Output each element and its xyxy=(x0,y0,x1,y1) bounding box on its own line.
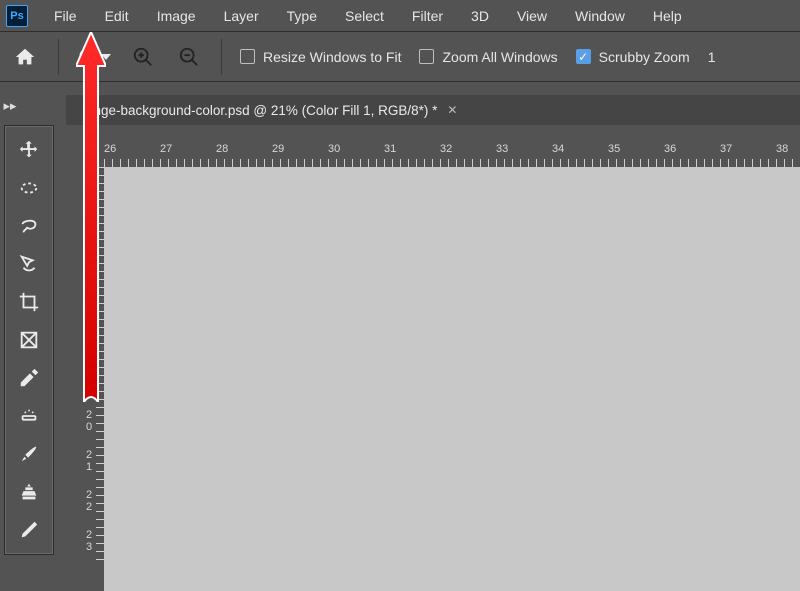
resize-windows-checkbox[interactable]: Resize Windows to Fit xyxy=(240,49,401,65)
menu-filter[interactable]: Filter xyxy=(400,4,455,28)
home-button[interactable] xyxy=(10,42,40,72)
chevron-down-icon xyxy=(101,54,111,60)
menu-type[interactable]: Type xyxy=(275,4,329,28)
menu-file[interactable]: File xyxy=(42,4,89,28)
clone-stamp-tool[interactable] xyxy=(9,474,49,510)
checkbox-box xyxy=(419,49,434,64)
ruler-tick: 32 xyxy=(440,143,452,155)
home-icon xyxy=(14,46,36,68)
ruler-tick: 35 xyxy=(608,143,620,155)
menu-window[interactable]: Window xyxy=(563,4,637,28)
tools-panel xyxy=(4,125,54,555)
zoom-in-button[interactable] xyxy=(129,43,157,71)
panel-expand-handle[interactable]: ▸▸ xyxy=(0,97,20,115)
ruler-tick: 30 xyxy=(328,143,340,155)
ruler-tick: 0 xyxy=(86,421,92,433)
quick-select-tool[interactable] xyxy=(9,246,49,282)
menu-bar: Ps File Edit Image Layer Type Select Fil… xyxy=(0,0,800,32)
zoom-in-icon xyxy=(132,46,154,68)
document-tab[interactable]: ange-background-color.psd @ 21% (Color F… xyxy=(76,99,467,122)
options-trailing-value: 1 xyxy=(708,49,720,65)
eyedropper-tool[interactable] xyxy=(9,360,49,396)
document-tab-strip: ange-background-color.psd @ 21% (Color F… xyxy=(66,95,800,125)
ruler-tick: 9 xyxy=(86,381,92,393)
ruler-tick: 2 xyxy=(86,501,92,513)
menu-layer[interactable]: Layer xyxy=(212,4,271,28)
pen-tool[interactable] xyxy=(9,512,49,548)
checkbox-box xyxy=(576,49,591,64)
ruler-tick: 5 xyxy=(86,221,92,233)
brush-tool[interactable] xyxy=(9,436,49,472)
zoom-out-icon xyxy=(178,46,200,68)
ruler-tick: 29 xyxy=(272,143,284,155)
marquee-tool[interactable] xyxy=(9,170,49,206)
ruler-tick: 38 xyxy=(776,143,788,155)
tool-preset-picker[interactable] xyxy=(77,47,111,67)
ruler-tick: 2 xyxy=(86,409,92,421)
ruler-tick: 33 xyxy=(496,143,508,155)
workspace: 26 27 28 29 30 31 32 33 34 35 36 37 38 1… xyxy=(58,125,800,591)
ruler-tick: 1 xyxy=(86,461,92,473)
menu-help[interactable]: Help xyxy=(641,4,694,28)
magnifier-icon xyxy=(77,47,97,67)
healing-brush-tool[interactable] xyxy=(9,398,49,434)
ruler-tick: 2 xyxy=(86,489,92,501)
ruler-tick: 1 xyxy=(86,209,92,221)
ruler-tick: 1 xyxy=(86,369,92,381)
ruler-tick: 3 xyxy=(86,541,92,553)
menu-image[interactable]: Image xyxy=(145,4,208,28)
menu-view[interactable]: View xyxy=(505,4,559,28)
ruler-tick: 36 xyxy=(664,143,676,155)
document-tab-title: ange-background-color.psd @ 21% (Color F… xyxy=(86,103,437,118)
ruler-tick: 7 xyxy=(86,301,92,313)
separator xyxy=(221,39,222,75)
menu-select[interactable]: Select xyxy=(333,4,396,28)
ruler-tick: 2 xyxy=(86,529,92,541)
zoom-all-windows-checkbox[interactable]: Zoom All Windows xyxy=(419,49,557,65)
scrubby-zoom-checkbox[interactable]: Scrubby Zoom xyxy=(576,49,690,65)
ruler-tick: 1 xyxy=(86,169,92,181)
ruler-tick: 1 xyxy=(86,329,92,341)
checkbox-box xyxy=(240,49,255,64)
checkbox-label: Resize Windows to Fit xyxy=(263,49,401,65)
checkbox-label: Scrubby Zoom xyxy=(599,49,690,65)
ruler-horizontal[interactable]: 26 27 28 29 30 31 32 33 34 35 36 37 38 xyxy=(104,143,800,167)
frame-tool[interactable] xyxy=(9,322,49,358)
ruler-tick: 31 xyxy=(384,143,396,155)
crop-tool[interactable] xyxy=(9,284,49,320)
app-logo: Ps xyxy=(6,5,28,27)
separator xyxy=(58,39,59,75)
lasso-tool[interactable] xyxy=(9,208,49,244)
options-bar: Resize Windows to Fit Zoom All Windows S… xyxy=(0,32,800,82)
menu-3d[interactable]: 3D xyxy=(459,4,501,28)
ruler-tick: 6 xyxy=(86,261,92,273)
close-icon[interactable]: ✕ xyxy=(447,103,457,117)
ruler-tick: 37 xyxy=(720,143,732,155)
ruler-tick: 28 xyxy=(216,143,228,155)
ruler-vertical[interactable]: 14 15 16 17 18 19 20 21 22 23 xyxy=(82,167,104,591)
ruler-tick: 8 xyxy=(86,341,92,353)
move-tool[interactable] xyxy=(9,132,49,168)
menu-edit[interactable]: Edit xyxy=(93,4,141,28)
zoom-out-button[interactable] xyxy=(175,43,203,71)
ruler-tick: 26 xyxy=(104,143,116,155)
checkbox-label: Zoom All Windows xyxy=(442,49,557,65)
canvas[interactable] xyxy=(104,167,800,591)
ruler-tick: 27 xyxy=(160,143,172,155)
ruler-tick: 4 xyxy=(86,181,92,193)
ruler-tick: 34 xyxy=(552,143,564,155)
ruler-tick: 1 xyxy=(86,249,92,261)
ruler-tick: 2 xyxy=(86,449,92,461)
ruler-tick: 1 xyxy=(86,289,92,301)
